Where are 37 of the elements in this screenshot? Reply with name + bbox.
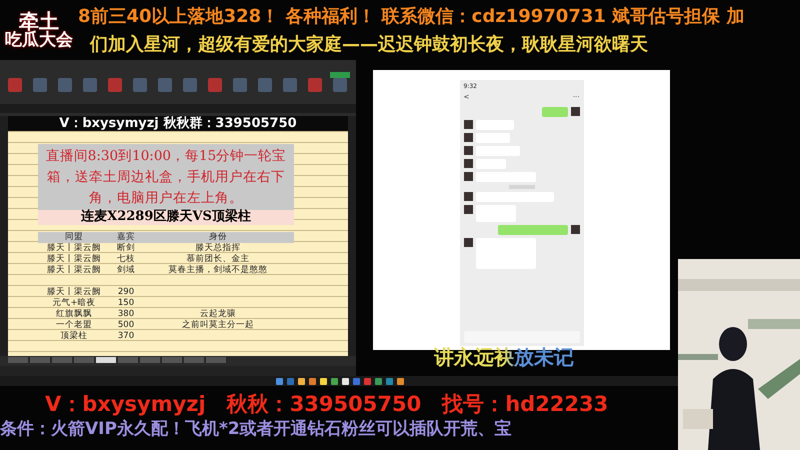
conditions-text: 条件：火箭VIP永久配！飞机*2或者开通钻石粉丝可以插队开荒、宝: [0, 418, 513, 440]
table-cell-text: 顶梁柱: [60, 331, 88, 342]
table-cell-text: 滕天丨渠云阙: [46, 265, 102, 276]
column-header: 嘉宾: [110, 232, 142, 243]
table-cell-text: 元气+暗夜: [51, 298, 97, 309]
table-cell-text: 剑域: [116, 265, 136, 276]
table-cell-text: 滕天丨渠云阙: [46, 254, 102, 265]
banner-text: 们加入星河，超级有爱的大家庭——迟迟钟鼓初长夜，耿耿星河欲曙天: [90, 33, 649, 56]
banner-text: 8前三40以上落地328！ 各种福利！ 联系微信：cdz19970731 斌哥估号担保 加: [78, 5, 746, 28]
logo: 牵土 吃瓜大会: [4, 8, 74, 52]
table-cell-text: 一个老盟: [55, 320, 93, 330]
table-cell-text: 370: [116, 331, 136, 342]
table-cell-text: 慕前团长、金主: [186, 254, 250, 264]
column-header: 身份: [142, 232, 294, 243]
table-cell-text: 滕天丨渠云阙: [46, 243, 102, 254]
table-cell-text: 290: [116, 287, 136, 298]
avatar: [570, 107, 580, 116]
table-cell-text: 之前叫莫主分一起: [181, 320, 255, 331]
table-cell-text: 滕天丨渠云阙: [46, 287, 102, 298]
column-header: 同盟: [38, 232, 110, 243]
message-bubble: [498, 225, 568, 235]
sheet-header: V：bxysymyzj 秋秋群：339505750: [8, 116, 348, 131]
table-cell-text: 断剑: [116, 243, 136, 254]
table-cell-text: 云起龙骧: [199, 309, 237, 320]
table-title: 连麦X2289区滕天VS顶梁柱: [38, 210, 294, 225]
table-cell-text: 500: [116, 320, 136, 331]
table-cell-text: 150: [116, 298, 136, 309]
table-cell-text: 红旗飘飘: [55, 309, 93, 320]
notice-text: 直播间8:30到10:00，每15分钟一轮宝箱，送牵土周边礼盒，手机用户在右下角，电脑用户在左上角。: [38, 144, 294, 210]
table-cell-text: 莫春主播，剑域不是憨憨: [168, 265, 268, 276]
table-cell-text: 七枝: [116, 254, 136, 265]
table-cell-text: 滕天总指挥: [194, 243, 240, 254]
avatar: [464, 238, 472, 247]
table-cell-text: 380: [116, 309, 136, 320]
avatar: [570, 225, 580, 234]
message-bubble: [542, 107, 568, 117]
contact-text: V：bxysymyzj 秋秋：339505750 找号：hd22233: [44, 392, 610, 416]
